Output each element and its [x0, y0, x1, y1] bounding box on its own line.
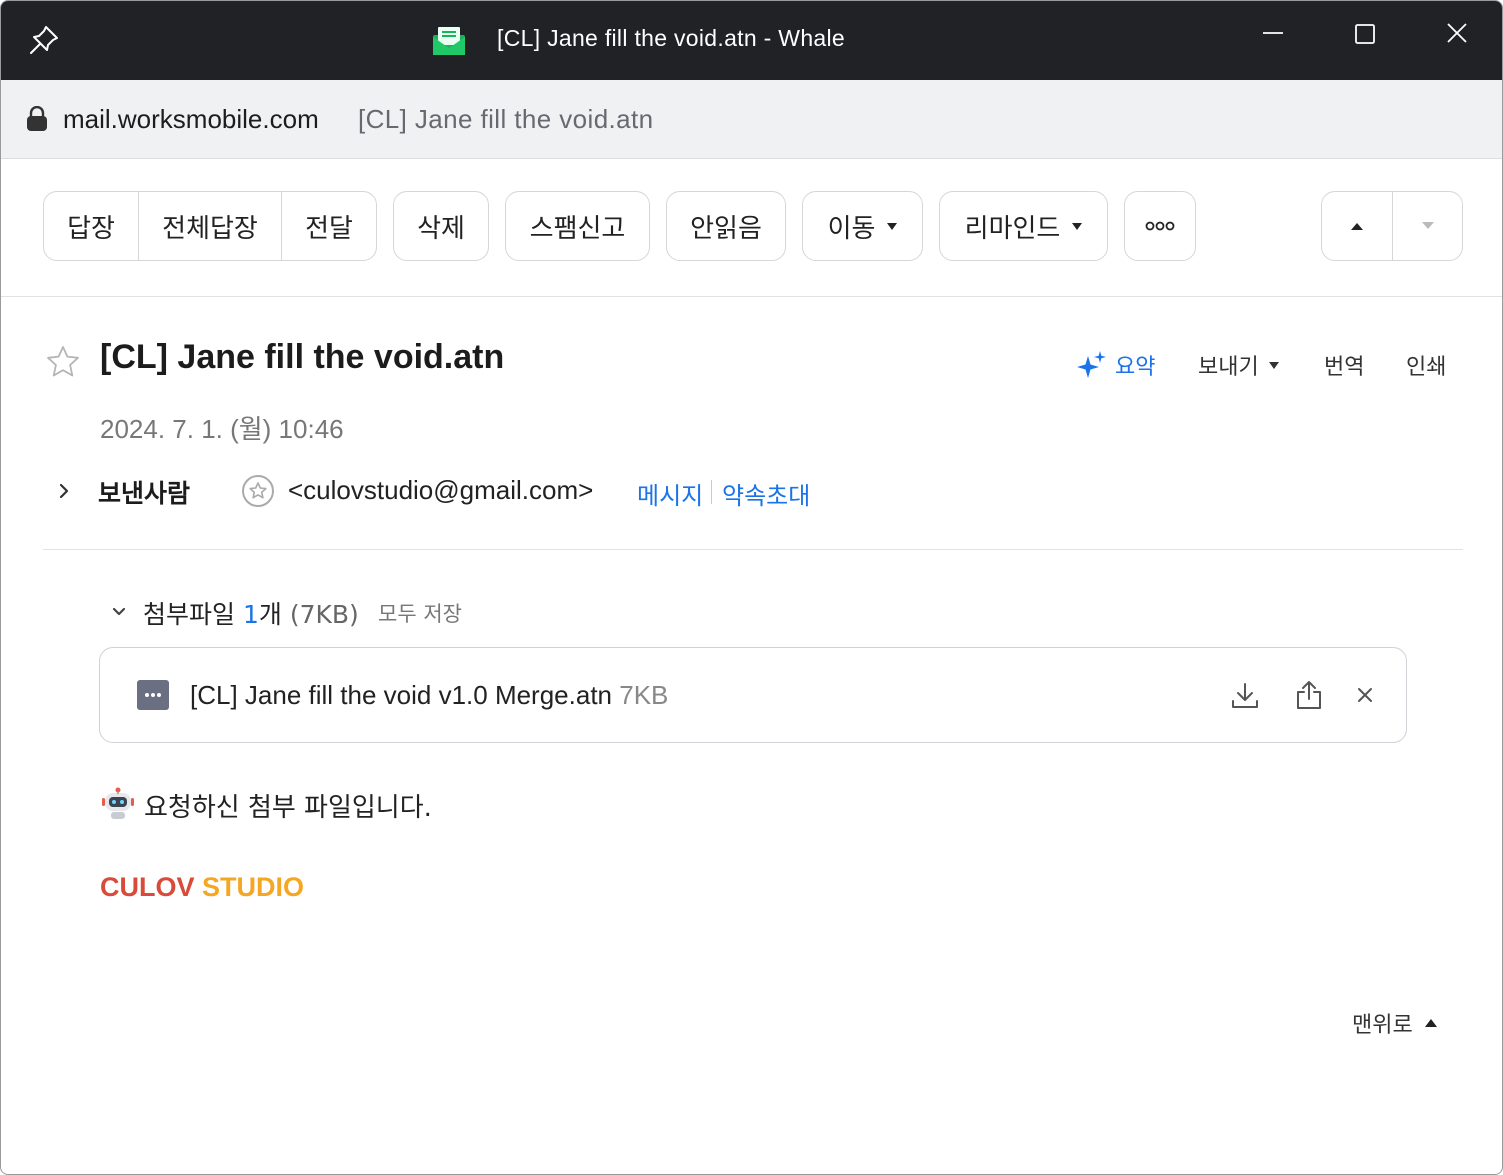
brand-word-2: STUDIO — [194, 872, 305, 902]
file-size: 7KB — [619, 680, 669, 710]
url-host: mail.worksmobile.com — [63, 104, 319, 134]
caret-up-icon — [1351, 223, 1363, 230]
mail-subject: [CL] Jane fill the void.atn — [100, 338, 505, 376]
maximize-icon[interactable] — [1340, 15, 1390, 55]
url-page-title: [CL] Jane fill the void.atn — [358, 104, 654, 134]
reply-label: 답장 — [67, 213, 115, 244]
mail-app-icon — [433, 27, 465, 55]
summary-button[interactable]: 요약 — [1077, 349, 1155, 381]
attachments-count: 1 — [242, 600, 259, 629]
export-label: 보내기 — [1198, 355, 1259, 380]
remind-label: 리마인드 — [964, 213, 1061, 244]
forward-button[interactable]: 전달 — [281, 192, 376, 260]
pin-icon[interactable] — [27, 23, 61, 57]
move-dropdown-button[interactable]: 이동 — [803, 192, 922, 260]
attachments-total-size: (7KB) — [281, 600, 359, 629]
report-spam-label: 스팸신고 — [529, 213, 626, 244]
back-to-top-button[interactable]: 맨위로 — [1352, 1007, 1437, 1039]
minimize-icon[interactable] — [1248, 15, 1298, 55]
caret-down-icon — [1421, 222, 1434, 229]
mail-toolbar: 답장 전체답장 전달 삭제 스팸신고 안읽음 이동 리마인드 — [1, 159, 1502, 297]
attachment-file-name[interactable]: [CL] Jane fill the void v1.0 Merge.atn 7… — [190, 680, 668, 711]
attachment-item[interactable]: [CL] Jane fill the void v1.0 Merge.atn 7… — [99, 647, 1407, 743]
chevron-right-icon[interactable] — [56, 481, 72, 501]
previous-mail-button[interactable] — [1322, 192, 1392, 260]
save-all-button[interactable]: 모두 저장 — [378, 598, 462, 628]
more-button-group — [1124, 191, 1196, 261]
close-icon[interactable] — [1355, 685, 1375, 705]
caret-up-icon — [1424, 1019, 1437, 1027]
sender-row: 보낸사람 <culovstudio@gmail.com> 메시지 약속초대 — [51, 471, 1051, 511]
report-spam-button[interactable]: 스팸신고 — [506, 192, 649, 260]
sparkle-icon — [1077, 351, 1106, 378]
mark-unread-button[interactable]: 안읽음 — [667, 192, 785, 260]
caret-down-icon — [1072, 222, 1083, 230]
download-icon[interactable] — [1230, 681, 1260, 711]
nav-button-group — [1321, 191, 1463, 261]
sender-email[interactable]: <culovstudio@gmail.com> — [288, 475, 593, 506]
reply-button-group: 답장 전체답장 전달 — [43, 191, 377, 261]
brand-word-1: CULOV — [100, 872, 195, 902]
caret-down-icon — [887, 222, 898, 230]
summary-label: 요약 — [1115, 355, 1156, 380]
attachments-header: 첨부파일 1개 (7KB) 모두 저장 — [109, 593, 709, 629]
star-icon[interactable] — [45, 344, 81, 380]
file-type-icon — [137, 680, 169, 710]
more-dots-icon — [1145, 221, 1175, 231]
link-divider — [711, 480, 712, 504]
remind-dropdown-button[interactable]: 리마인드 — [940, 192, 1107, 260]
mail-date: 2024. 7. 1. (월) 10:46 — [100, 414, 344, 444]
delete-button[interactable]: 삭제 — [394, 192, 488, 260]
back-to-top-label: 맨위로 — [1352, 1013, 1413, 1038]
delete-button-group: 삭제 — [393, 191, 489, 261]
vip-star-icon[interactable] — [241, 474, 275, 508]
remind-button-group: 리마인드 — [939, 191, 1108, 261]
translate-button[interactable]: 번역 — [1324, 349, 1364, 381]
reply-button[interactable]: 답장 — [44, 192, 138, 260]
share-icon[interactable] — [1294, 679, 1324, 711]
mail-body-text: 요청하신 첨부 파일입니다. — [144, 793, 432, 823]
close-icon[interactable] — [1432, 15, 1482, 55]
address-bar[interactable]: mail.worksmobile.com [CL] Jane fill the … — [1, 80, 1502, 159]
attachments-title-prefix: 첨부파일 — [143, 600, 243, 629]
message-link[interactable]: 메시지 — [637, 476, 703, 511]
invite-link[interactable]: 약속초대 — [722, 476, 810, 511]
next-mail-button[interactable] — [1392, 192, 1462, 260]
header-divider — [43, 549, 1463, 550]
move-button-group: 이동 — [802, 191, 923, 261]
brand-signature: CULOV STUDIO — [100, 872, 304, 903]
robot-emoji-icon — [102, 787, 134, 819]
window-title: [CL] Jane fill the void.atn - Whale — [497, 25, 845, 51]
file-name-text: [CL] Jane fill the void v1.0 Merge.atn — [190, 680, 613, 710]
reply-all-button[interactable]: 전체답장 — [138, 192, 281, 260]
spam-button-group: 스팸신고 — [505, 191, 650, 261]
reply-all-label: 전체답장 — [162, 213, 258, 244]
browser-window: [CL] Jane fill the void.atn - Whale mail… — [0, 0, 1503, 1175]
unread-button-group: 안읽음 — [666, 191, 786, 261]
export-dropdown-button[interactable]: 보내기 — [1198, 349, 1279, 381]
chevron-down-icon[interactable] — [111, 605, 127, 619]
attachments-title: 첨부파일 1개 (7KB) — [143, 595, 359, 631]
delete-label: 삭제 — [417, 213, 465, 244]
attachments-count-suffix: 개 — [258, 600, 282, 629]
mark-unread-label: 안읽음 — [690, 213, 762, 244]
move-label: 이동 — [827, 213, 876, 244]
print-button[interactable]: 인쇄 — [1406, 349, 1446, 381]
sender-label: 보낸사람 — [98, 479, 191, 508]
lock-icon — [27, 106, 47, 131]
more-button[interactable] — [1125, 192, 1195, 260]
forward-label: 전달 — [305, 213, 353, 244]
caret-down-icon — [1268, 361, 1279, 369]
title-bar: [CL] Jane fill the void.atn - Whale — [1, 1, 1502, 80]
